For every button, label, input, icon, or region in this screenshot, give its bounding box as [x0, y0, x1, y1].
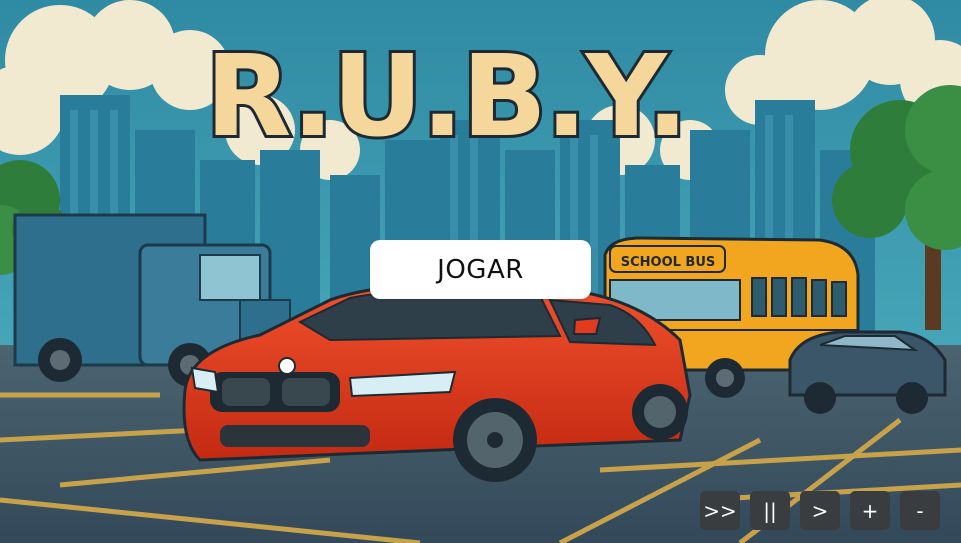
zoom-in-button[interactable]: +	[850, 491, 890, 530]
fast-forward-button[interactable]: >>	[700, 491, 740, 530]
zoom-out-button[interactable]: -	[900, 491, 940, 530]
fast-forward-icon: >>	[703, 498, 737, 523]
plus-icon: +	[861, 498, 879, 523]
play-control-button[interactable]: >	[800, 491, 840, 530]
bus-sign: SCHOOL BUS	[621, 255, 716, 270]
minus-icon: -	[916, 498, 924, 523]
play-icon: >	[811, 498, 829, 523]
game-screen: SCHOOL BUS R.U.B.Y. JOGAR >> || > + -	[0, 0, 961, 543]
pause-button[interactable]: ||	[750, 491, 790, 530]
game-title: R.U.B.Y.	[205, 32, 686, 162]
play-button-label: JOGAR	[437, 254, 524, 285]
speed-controls: >> || > + -	[700, 491, 940, 530]
pause-icon: ||	[763, 498, 777, 523]
play-button[interactable]: JOGAR	[370, 240, 591, 299]
